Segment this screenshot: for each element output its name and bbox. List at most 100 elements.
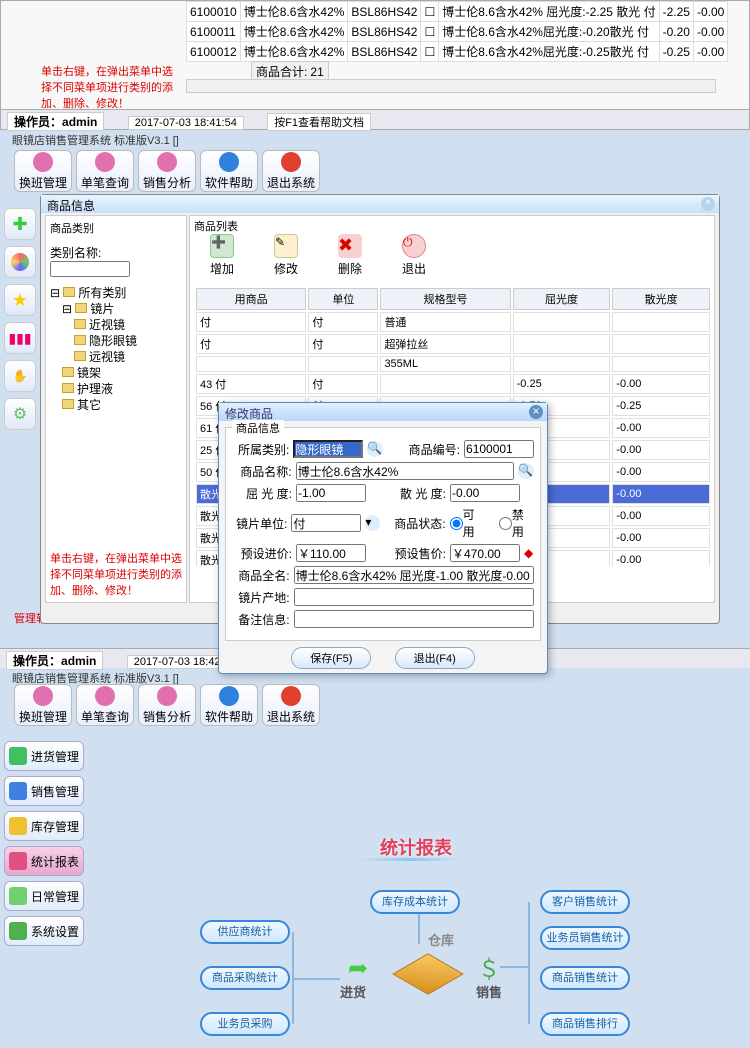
diopter-field[interactable] [296,484,366,502]
toolbar-退出系统[interactable]: 退出系统 [262,150,320,192]
name-field[interactable] [296,462,515,480]
action-row: ➕增加 ✎修改 ✖删除 ⏻退出 [210,234,426,277]
toolbar-单笔查询[interactable]: 单笔查询 [76,150,134,192]
astig-field[interactable] [450,484,520,502]
node-staff-sales[interactable]: 业务员销售统计 [540,926,630,950]
save-button[interactable]: 保存(F5) [291,647,371,669]
status-bar-1: 操作员：admin 2017-07-03 18:41:54 按F1查看帮助文档 [1,109,749,129]
scrollbar-horizontal[interactable] [186,79,716,93]
product-grid-top: 6100010博士伦8.6含水42%BSL86HS42☐博士伦8.6含水42% … [186,1,728,62]
dialog-exit-button[interactable]: 退出(F4) [395,647,475,669]
sidemenu-日常管理[interactable]: 日常管理 [4,881,84,911]
dialog-close-icon[interactable]: × [529,405,543,419]
toolbar-换班管理[interactable]: 换班管理 [14,150,72,192]
delete-button[interactable]: ✖删除 [338,234,362,277]
timestamp: 2017-07-03 18:41:54 [128,116,244,130]
node-product-sales[interactable]: 商品销售统计 [540,966,630,990]
note-field[interactable] [294,610,534,628]
node-customer-sales[interactable]: 客户销售统计 [540,890,630,914]
fullname-field[interactable] [294,566,534,584]
origin-field[interactable] [294,588,534,606]
code-field[interactable] [464,440,534,458]
table-row[interactable]: 付付超弹拉丝 [196,334,710,354]
state-off-radio[interactable] [499,517,512,530]
app-title: 眼镜店销售管理系统 标准版V3.1 [] [12,132,179,148]
center-label: 仓库 [428,930,454,949]
out-money-icon: ＄ [478,952,504,978]
unit-field[interactable] [291,514,361,532]
section-main: 眼镜店销售管理系统 标准版V3.1 [] 换班管理单笔查询销售分析软件帮助退出系… [0,132,750,672]
sidemenu-库存管理[interactable]: 库存管理 [4,811,84,841]
sidemenu-统计报表[interactable]: 统计报表 [4,846,84,876]
node-stock-cost[interactable]: 库存成本统计 [370,890,460,914]
sidebar-icon-add[interactable]: ✚ [4,208,36,240]
search-icon[interactable]: 🔍 [367,441,382,457]
toolbar-单笔查询[interactable]: 单笔查询 [76,684,134,726]
price-field[interactable] [450,544,520,562]
table-row[interactable]: 6100012博士伦8.6含水42%BSL86HS42☐博士伦8.6含水42%屈… [187,42,728,62]
node-purchase[interactable]: 商品采购统计 [200,966,290,990]
node-staff-purchase[interactable]: 业务员采购 [200,1012,290,1036]
table-row[interactable]: 付付普通 [196,312,710,332]
category-tree[interactable]: ⊟ 所有类别 ⊟ 镜片 近视镜 隐形眼镜 远视镜 镜架 护理液 其它 [46,281,186,417]
node-sales-rank[interactable]: 商品销售排行 [540,1012,630,1036]
dialog-titlebar[interactable]: 修改商品 × [219,403,547,421]
section-report: 眼镜店销售管理系统 标准版V3.1 [] 换班管理单笔查询销售分析软件帮助退出系… [0,676,750,1048]
exit-button[interactable]: ⏻退出 [402,234,426,277]
hint-text-2: 单击右键，在弹出菜单中选择不同菜单项进行类别的添加、删除、修改！ [50,550,186,598]
in-arrow-icon: ➦ [348,954,374,980]
warehouse-icon [392,953,464,994]
help-hint: 按F1查看帮助文档 [267,113,371,131]
category-panel: 商品类别 类别名称: ⊟ 所有类别 ⊟ 镜片 近视镜 隐形眼镜 远视镜 镜架 护… [45,215,187,603]
sidebar-icon-star[interactable]: ★ [4,284,36,316]
count-label: 商品合计: [256,65,307,79]
cost-field[interactable] [296,544,366,562]
cat-field[interactable] [293,440,363,458]
vertical-icon-bar: ✚ ★ ▮▮▮ ✋ ⚙ [4,202,40,436]
out-label: 销售 [476,982,502,1001]
dialog-title: 修改商品 [225,407,273,421]
cat-name-input[interactable] [50,261,130,277]
state-on-radio[interactable] [450,517,463,530]
sidebar-icon-gear[interactable]: ⚙ [4,398,36,430]
edit-button[interactable]: ✎修改 [274,234,298,277]
category-panel-title: 商品类别 [46,216,186,240]
search-icon[interactable]: 🔍 [518,463,534,479]
sidemenu-系统设置[interactable]: 系统设置 [4,916,84,946]
in-label: 进货 [340,982,366,1001]
sidebar-icon-chart[interactable]: ▮▮▮ [4,322,36,354]
side-menu: 进货管理销售管理库存管理统计报表日常管理系统设置 [4,736,84,951]
hint-text: 单击右键，在弹出菜单中选择不同菜单项进行类别的添加、删除、修改！ [41,63,181,111]
operator: 操作员：admin [7,112,104,131]
window-title: 商品信息 [47,199,95,213]
top-fragment: 6100010博士伦8.6含水42%BSL86HS42☐博士伦8.6含水42% … [0,0,750,130]
toolbar-软件帮助[interactable]: 软件帮助 [200,684,258,726]
table-row[interactable]: 355ML [196,356,710,372]
list-label: 商品列表 [194,218,238,234]
sidemenu-进货管理[interactable]: 进货管理 [4,741,84,771]
report-title: 统计报表 [380,834,452,860]
main-toolbar-2: 换班管理单笔查询销售分析软件帮助退出系统 [14,684,320,726]
toolbar-销售分析[interactable]: 销售分析 [138,684,196,726]
toolbar-退出系统[interactable]: 退出系统 [262,684,320,726]
price-icon: ◆ [524,546,533,560]
table-row[interactable]: 6100010博士伦8.6含水42%BSL86HS42☐博士伦8.6含水42% … [187,2,728,22]
toolbar-换班管理[interactable]: 换班管理 [14,684,72,726]
table-row[interactable]: 6100011博士伦8.6含水42%BSL86HS42☐博士伦8.6含水42%屈… [187,22,728,42]
node-supplier[interactable]: 供应商统计 [200,920,290,944]
window-titlebar[interactable]: 商品信息 × [41,195,719,213]
count-value: 21 [310,65,323,79]
main-toolbar: 换班管理单笔查询销售分析软件帮助退出系统 [14,150,320,192]
toolbar-销售分析[interactable]: 销售分析 [138,150,196,192]
toolbar-软件帮助[interactable]: 软件帮助 [200,150,258,192]
table-row[interactable]: 43 付付-0.25-0.00 [196,374,710,394]
add-button[interactable]: ➕增加 [210,234,234,277]
sidemenu-销售管理[interactable]: 销售管理 [4,776,84,806]
cat-name-label: 类别名称: [50,246,101,260]
sidebar-icon-hand[interactable]: ✋ [4,360,36,392]
close-icon[interactable]: × [701,197,715,211]
dropdown-icon[interactable]: ▾ [365,515,380,531]
dialog-group: 商品信息 所属类别:🔍 商品编号: 商品名称:🔍 屈 光 度: 散 光 度: 镜… [225,427,541,641]
sidebar-icon-globe[interactable] [4,246,36,278]
edit-product-dialog: 修改商品 × 商品信息 所属类别:🔍 商品编号: 商品名称:🔍 屈 光 度: 散… [218,402,548,674]
